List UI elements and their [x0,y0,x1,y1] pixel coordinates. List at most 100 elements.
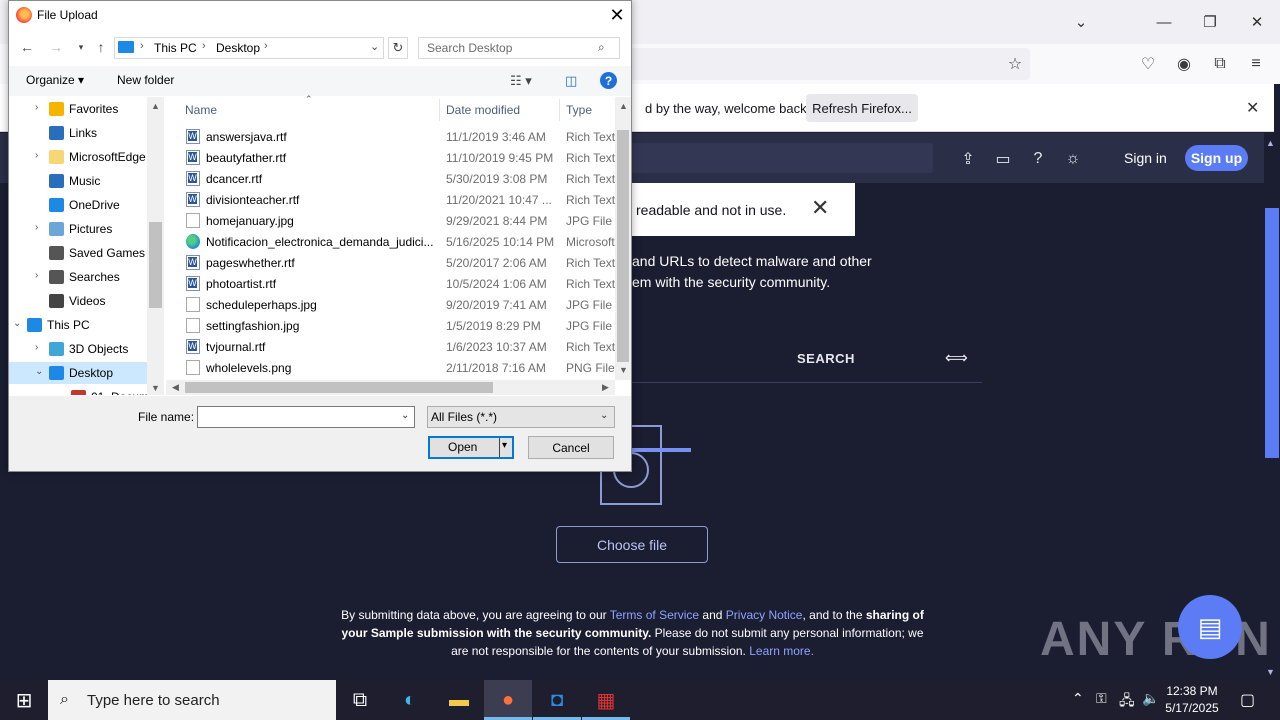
dialog-close-button[interactable]: ✕ [606,4,628,26]
network-icon[interactable]: 🖧 [1119,690,1135,714]
notification-close-icon[interactable]: ✕ [1246,98,1259,118]
file-row[interactable]: pageswhether.rtf 5/20/2017 2:06 AM Rich Te… [166,252,616,273]
file-list-hscrollbar-thumb[interactable] [185,382,493,393]
address-dropdown-icon[interactable]: ⌄ [370,40,379,53]
file-row[interactable]: answersjava.rtf 11/1/2019 3:46 AM Rich Tex… [166,126,616,147]
expand-arrow-icon[interactable]: › [35,270,38,281]
tree-item[interactable]: Saved Games [9,242,149,264]
tree-item[interactable]: › Searches [9,266,149,288]
bookmark-star-icon[interactable]: ☆ [1003,52,1027,76]
terms-of-service-link[interactable]: Terms of Service [610,608,699,622]
file-explorer-taskbar-icon[interactable]: ▬ [435,680,483,720]
learn-more-link[interactable]: Learn more. [749,644,814,658]
navigation-scrollbar-thumb[interactable] [149,222,162,308]
file-row[interactable]: beautyfather.rtf 11/10/2019 9:45 PM Rich T… [166,147,616,168]
column-date-modified[interactable]: Date modified [446,103,520,117]
task-view-icon[interactable]: ⧉ [336,680,384,720]
winrar-taskbar-icon[interactable]: ▦ [582,680,630,720]
file-row[interactable]: settingfashion.jpg 1/5/2019 8:29 PM JPG Fi… [166,315,616,336]
url-bar[interactable] [600,48,1030,80]
notifications-icon[interactable]: ▢ [1240,690,1255,710]
breadcrumb-this-pc[interactable]: This PC [154,41,197,55]
expand-arrow-icon[interactable]: › [35,342,38,353]
chat-widget-button[interactable]: ▤ [1178,595,1242,659]
chat-icon[interactable]: ▭ [992,148,1014,170]
tree-item[interactable]: › MicrosoftEdge [9,146,149,168]
choose-file-button[interactable]: Choose file [556,526,708,563]
toast-close-icon[interactable]: ✕ [811,197,829,219]
file-row[interactable]: photoartist.rtf 10/5/2024 1:06 AM Rich Tex… [166,273,616,294]
tree-item[interactable]: 01_Documen [9,386,162,395]
clock[interactable]: 12:38 PM 5/17/2025 [1162,683,1222,717]
column-type[interactable]: Type [566,103,592,117]
show-hidden-icons-icon[interactable]: ⌃ [1072,690,1084,707]
volume-icon[interactable]: 🔈 [1142,690,1159,707]
column-separator[interactable] [559,99,560,121]
up-icon[interactable]: ↑ [92,38,110,56]
change-view-icon[interactable]: ☷ ▾ [510,73,532,89]
file-name-input[interactable] [197,406,415,428]
tree-item[interactable]: ⌄ Desktop [9,362,149,384]
menu-icon[interactable]: ≡ [1244,52,1268,76]
theme-toggle-icon[interactable]: ☼ [1062,148,1084,170]
file-row[interactable]: dcancer.rtf 5/30/2019 3:08 PM Rich Text [166,168,616,189]
file-row[interactable]: Notificacion_electronica_demanda_judici.… [166,231,616,252]
tree-item[interactable]: Music [9,170,149,192]
tree-item[interactable]: › Pictures [9,218,149,240]
file-row[interactable]: divisionteacher.rtf 11/20/2021 10:47 ... R… [166,189,616,210]
breadcrumb-separator-icon[interactable]: › [264,40,268,52]
open-dropdown-icon[interactable]: ▾ [502,440,507,451]
preview-pane-icon[interactable]: ◫ [565,73,577,89]
list-scroll-down-icon[interactable]: ▼ [619,365,628,375]
privacy-notice-link[interactable]: Privacy Notice [726,608,803,622]
scroll-up-arrow-icon[interactable]: ▲ [1266,138,1275,148]
file-name-dropdown-icon[interactable]: ⌄ [401,410,409,421]
pocket-icon[interactable]: ♡ [1136,52,1160,76]
minimize-button[interactable]: — [1150,8,1178,36]
breadcrumb-desktop[interactable]: Desktop [216,41,260,55]
nav-scroll-down-icon[interactable]: ▼ [151,383,160,393]
account-icon[interactable]: ◉ [1172,52,1196,76]
sign-up-button[interactable]: Sign up [1185,145,1248,171]
breadcrumb-separator-icon[interactable]: › [202,40,206,52]
help-icon[interactable]: ? [600,72,617,89]
file-row[interactable]: scheduleperhaps.jpg 9/20/2019 7:41 AM JPG … [166,294,616,315]
scroll-down-arrow-icon[interactable]: ▼ [1266,667,1275,677]
recent-locations-icon[interactable]: ▾ [72,38,90,56]
edge-taskbar-icon[interactable]: ◐ [386,680,434,720]
expand-arrow-icon[interactable]: › [35,150,38,161]
breadcrumb-separator-icon[interactable]: › [140,40,144,52]
refresh-firefox-button[interactable]: Refresh Firefox... [806,94,918,122]
column-separator[interactable] [439,99,440,121]
list-scroll-right-icon[interactable]: ▶ [602,382,609,393]
page-search-input[interactable] [620,143,933,173]
restore-button[interactable]: ❐ [1196,8,1224,36]
file-row[interactable]: tvjournal.rtf 1/6/2023 10:37 AM Rich Text [166,336,616,357]
help-icon[interactable]: ? [1027,148,1049,170]
file-type-dropdown-icon[interactable]: ⌄ [600,410,608,421]
extensions-icon[interactable]: ⧉ [1208,52,1232,76]
close-window-button[interactable]: ✕ [1243,8,1271,36]
organize-menu[interactable]: Organize ▾ [26,73,84,87]
back-icon[interactable]: ← [18,38,36,56]
file-row[interactable]: wholelevels.png 2/11/2018 7:16 AM PNG File [166,357,616,378]
list-scroll-left-icon[interactable]: ◀ [172,382,179,393]
tree-item[interactable]: OneDrive [9,194,149,216]
upload-icon[interactable]: ⇪ [957,148,979,170]
tree-item[interactable]: › Favorites [9,98,149,120]
nav-scroll-up-icon[interactable]: ▲ [151,101,160,111]
forward-icon[interactable]: → [47,38,65,56]
tab-search[interactable]: SEARCH [797,351,855,366]
outlook-taskbar-icon[interactable]: ◘ [533,680,581,720]
fingerprint-tab-icon[interactable]: ⟺ [945,348,968,368]
expand-arrow-icon[interactable]: › [35,222,38,233]
tree-item[interactable]: Videos [9,290,149,312]
sign-in-link[interactable]: Sign in [1124,150,1167,166]
file-row[interactable]: homejanuary.jpg 9/29/2021 8:44 PM JPG File [166,210,616,231]
start-button[interactable]: ⊞ [0,680,48,720]
expand-arrow-icon[interactable]: › [35,102,38,113]
refresh-icon[interactable]: ↻ [388,37,408,59]
tree-item[interactable]: ⌄ This PC [9,314,149,336]
expand-arrow-icon[interactable]: ⌄ [13,318,21,329]
column-name[interactable]: Name [185,103,217,117]
